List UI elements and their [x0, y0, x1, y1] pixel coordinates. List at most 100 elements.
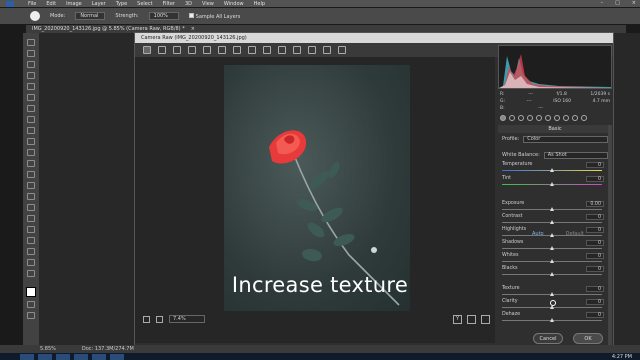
detail-panel-icon[interactable] [518, 115, 524, 121]
menu-filter[interactable]: Filter [163, 1, 175, 7]
menu-help[interactable]: Help [254, 1, 265, 7]
slider-thumb[interactable] [550, 233, 554, 237]
strength-field[interactable]: 100% [148, 12, 179, 20]
tone-curve-icon[interactable] [509, 115, 515, 121]
start-icon[interactable] [20, 353, 34, 360]
red-eye-icon[interactable] [278, 46, 286, 54]
slider-temperature[interactable]: Temperature 0 [502, 162, 606, 174]
eyedropper-tool-icon[interactable] [27, 105, 35, 112]
slider-thumb[interactable] [550, 220, 554, 224]
rotate-icon[interactable] [338, 46, 346, 54]
swap-settings-icon[interactable] [467, 314, 476, 324]
slider-value[interactable]: 0 [586, 312, 604, 318]
taskbar-app-icon[interactable] [74, 353, 88, 360]
taskbar-app-icon[interactable] [38, 353, 52, 360]
hsl-panel-icon[interactable] [527, 115, 533, 121]
mode-select[interactable]: Normal [75, 12, 106, 20]
taskbar-app-icon[interactable] [92, 353, 106, 360]
clone-stamp-icon[interactable] [27, 138, 35, 145]
before-after-icon[interactable]: Y [453, 314, 462, 324]
zoom-tool-icon[interactable] [27, 259, 35, 266]
cancel-button[interactable]: Cancel [533, 333, 563, 344]
menu-edit[interactable]: Edit [46, 1, 56, 7]
healing-brush-icon[interactable] [27, 116, 35, 123]
type-tool-icon[interactable] [27, 215, 35, 222]
preview-settings-icon[interactable] [481, 314, 490, 324]
slider-value[interactable]: 0 [586, 240, 604, 246]
color-sampler-icon[interactable] [188, 46, 196, 54]
taskbar-app-icon[interactable] [56, 353, 70, 360]
lens-corrections-icon[interactable] [545, 115, 551, 121]
close-icon[interactable]: × [632, 0, 636, 6]
menu-file[interactable]: File [28, 1, 36, 7]
blur-tool-icon[interactable] [27, 182, 35, 189]
spot-removal-icon[interactable] [263, 46, 271, 54]
rectangle-tool-icon[interactable] [27, 237, 35, 244]
effects-panel-icon[interactable] [554, 115, 560, 121]
snapshots-icon[interactable] [581, 115, 587, 121]
menu-3d[interactable]: 3D [185, 1, 192, 7]
crop-tool-icon[interactable] [27, 83, 35, 90]
slider-dehaze[interactable]: Dehaze 0 [502, 312, 606, 324]
profile-select[interactable]: Color [523, 135, 608, 143]
slider-thumb[interactable] [550, 259, 554, 263]
slider-thumb[interactable] [550, 318, 554, 322]
slider-value[interactable]: 0 [586, 162, 604, 168]
split-toning-icon[interactable] [536, 115, 542, 121]
quick-mask-icon[interactable] [27, 301, 35, 308]
straighten-icon[interactable] [233, 46, 241, 54]
slider-whites[interactable]: Whites 0 [502, 253, 606, 265]
quick-select-tool-icon[interactable] [27, 72, 35, 79]
slider-value[interactable]: 0 [586, 227, 604, 233]
sample-all-layers-checkbox[interactable]: Sample All Layers [188, 12, 240, 20]
graduated-filter-icon[interactable] [308, 46, 316, 54]
hand-tool-icon[interactable] [27, 248, 35, 255]
hand-icon[interactable] [158, 46, 166, 54]
slider-thumb[interactable] [550, 168, 554, 172]
eraser-tool-icon[interactable] [27, 160, 35, 167]
menu-image[interactable]: Image [66, 1, 82, 7]
slider-shadows[interactable]: Shadows 0 [502, 240, 606, 252]
taskbar-app-icon[interactable] [110, 353, 124, 360]
panel-scrollbar[interactable] [608, 125, 612, 351]
adjustment-brush-icon[interactable] [293, 46, 301, 54]
white-balance-select[interactable]: As Shot [543, 151, 608, 159]
menu-window[interactable]: Window [224, 1, 244, 7]
zoom-out-icon[interactable] [143, 315, 150, 323]
path-select-icon[interactable] [27, 226, 35, 233]
slider-tint[interactable]: Tint 0 [502, 176, 606, 188]
zoom-icon[interactable] [143, 46, 151, 54]
zoom-in-icon[interactable] [156, 315, 163, 323]
basic-panel-icon[interactable] [500, 115, 506, 121]
lasso-tool-icon[interactable] [27, 61, 35, 68]
menu-view[interactable]: View [202, 1, 214, 7]
pen-tool-icon[interactable] [27, 204, 35, 211]
slider-value[interactable]: 0.00 [586, 201, 604, 207]
zoom-level-select[interactable]: 7.4% [169, 315, 205, 323]
presets-icon[interactable] [572, 115, 578, 121]
status-zoom[interactable]: 5.85% [40, 346, 56, 352]
move-tool-icon[interactable] [27, 39, 35, 46]
slider-contrast[interactable]: Contrast 0 [502, 214, 606, 226]
slider-value[interactable]: 0 [586, 299, 604, 305]
dodge-tool-icon[interactable] [27, 193, 35, 200]
slider-thumb[interactable] [550, 207, 554, 211]
marquee-tool-icon[interactable] [27, 50, 35, 57]
brush-tool-icon[interactable] [27, 127, 35, 134]
frame-tool-icon[interactable] [27, 94, 35, 101]
targeted-adjust-icon[interactable] [203, 46, 211, 54]
maximize-icon[interactable]: □ [615, 0, 620, 6]
slider-thumb[interactable] [550, 182, 554, 186]
calibration-icon[interactable] [563, 115, 569, 121]
slider-value[interactable]: 0 [586, 214, 604, 220]
history-brush-icon[interactable] [27, 149, 35, 156]
radial-filter-icon[interactable] [323, 46, 331, 54]
slider-thumb[interactable] [550, 246, 554, 250]
slider-exposure[interactable]: Exposure 0.00 [502, 201, 606, 213]
slider-value[interactable]: 0 [586, 266, 604, 272]
white-balance-icon[interactable] [173, 46, 181, 54]
transform-icon[interactable] [248, 46, 256, 54]
crop-icon[interactable] [218, 46, 226, 54]
minimize-icon[interactable]: – [601, 0, 604, 6]
screen-mode-icon[interactable] [27, 312, 35, 319]
